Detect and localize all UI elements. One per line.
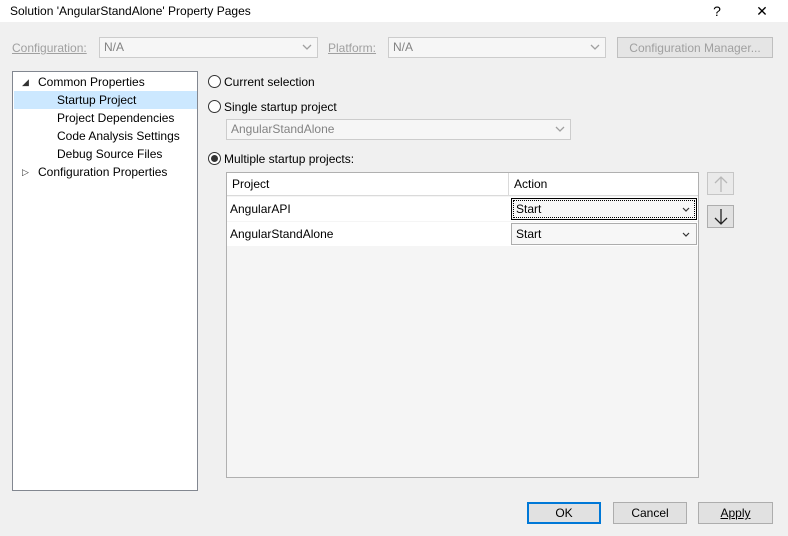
action-value: Start xyxy=(516,227,542,241)
cancel-button[interactable]: Cancel xyxy=(613,502,687,524)
current-selection-label[interactable]: Current selection xyxy=(224,75,315,89)
apply-button[interactable]: Apply xyxy=(698,502,773,524)
table-row[interactable]: AngularAPI xyxy=(227,197,510,221)
property-tree: ◢ Common Properties Startup Project Proj… xyxy=(12,71,198,491)
move-up-button[interactable] xyxy=(707,172,734,195)
configuration-combo[interactable]: N/A xyxy=(99,37,318,58)
chevron-down-icon xyxy=(302,44,312,50)
single-startup-combo[interactable]: AngularStandAlone xyxy=(226,119,571,140)
ok-label: OK xyxy=(555,506,573,520)
cancel-label: Cancel xyxy=(631,506,669,520)
radio-selected-dot xyxy=(211,155,218,162)
configuration-value: N/A xyxy=(104,40,125,54)
configuration-label: Configuration: xyxy=(12,41,87,55)
chevron-down-icon xyxy=(682,207,690,212)
arrow-down-icon xyxy=(714,208,727,225)
action-combo[interactable]: Start xyxy=(511,198,697,220)
multiple-startup-label[interactable]: Multiple startup projects: xyxy=(224,152,354,166)
table-row[interactable]: AngularStandAlone xyxy=(227,222,510,246)
platform-value: N/A xyxy=(393,40,414,54)
single-startup-label[interactable]: Single startup project xyxy=(224,100,337,114)
ok-button[interactable]: OK xyxy=(527,502,601,524)
tree-item-debug-source-files[interactable]: Debug Source Files xyxy=(57,145,162,163)
chevron-down-icon xyxy=(590,44,600,50)
project-name: AngularAPI xyxy=(230,202,291,216)
action-combo[interactable]: Start xyxy=(511,223,697,245)
arrow-up-icon xyxy=(714,175,727,192)
single-startup-value: AngularStandAlone xyxy=(231,122,335,136)
column-header-action[interactable]: Action xyxy=(509,173,698,196)
configuration-manager-label: Configuration Manager... xyxy=(629,40,761,55)
chevron-down-icon xyxy=(682,232,690,237)
tree-item-startup-project[interactable]: Startup Project xyxy=(57,91,136,109)
move-down-button[interactable] xyxy=(707,205,734,228)
expand-arrow-icon[interactable]: ▷ xyxy=(22,163,29,181)
platform-combo[interactable]: N/A xyxy=(388,37,606,58)
chevron-down-icon xyxy=(555,126,565,132)
table-cell-action: Start xyxy=(510,222,698,246)
collapse-arrow-icon[interactable]: ◢ xyxy=(22,73,29,91)
table-cell-action: Start xyxy=(510,197,698,221)
tree-item-configuration-properties[interactable]: Configuration Properties xyxy=(38,163,167,181)
help-icon: ? xyxy=(713,3,721,19)
single-startup-radio[interactable] xyxy=(208,100,221,113)
help-button[interactable]: ? xyxy=(697,0,737,22)
project-name: AngularStandAlone xyxy=(230,227,334,241)
multiple-startup-radio[interactable] xyxy=(208,152,221,165)
window-title: Solution 'AngularStandAlone' Property Pa… xyxy=(10,4,251,18)
platform-label: Platform: xyxy=(328,41,377,55)
apply-label: Apply xyxy=(720,506,751,520)
close-button[interactable]: ✕ xyxy=(742,0,782,22)
tree-item-common-properties[interactable]: Common Properties xyxy=(38,73,145,91)
close-icon: ✕ xyxy=(756,2,768,19)
startup-projects-grid: Project Action AngularAPI Start AngularS… xyxy=(226,172,699,478)
configuration-manager-button[interactable]: Configuration Manager... xyxy=(617,37,773,58)
current-selection-radio[interactable] xyxy=(208,75,221,88)
tree-item-project-dependencies[interactable]: Project Dependencies xyxy=(57,109,174,127)
action-value: Start xyxy=(516,202,542,216)
column-header-project[interactable]: Project xyxy=(227,173,509,196)
tree-item-code-analysis-settings[interactable]: Code Analysis Settings xyxy=(57,127,180,145)
